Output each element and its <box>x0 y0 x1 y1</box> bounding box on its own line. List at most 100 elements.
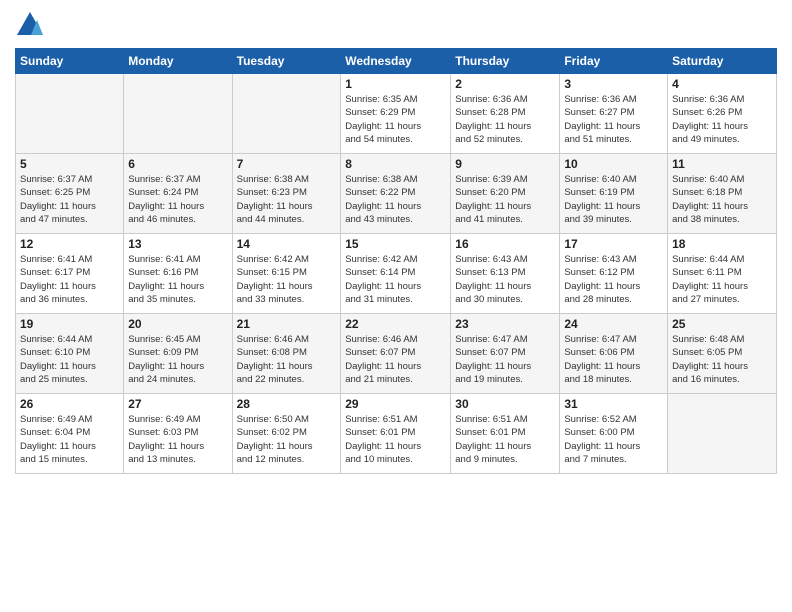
day-number: 8 <box>345 157 446 171</box>
day-number: 4 <box>672 77 772 91</box>
day-info: Sunrise: 6:43 AM Sunset: 6:12 PM Dayligh… <box>564 253 663 306</box>
day-info: Sunrise: 6:49 AM Sunset: 6:03 PM Dayligh… <box>128 413 227 466</box>
day-info: Sunrise: 6:37 AM Sunset: 6:25 PM Dayligh… <box>20 173 119 226</box>
day-number: 26 <box>20 397 119 411</box>
calendar-cell: 10 Sunrise: 6:40 AM Sunset: 6:19 PM Dayli… <box>560 154 668 234</box>
calendar-week-row: 1Sunrise: 6:35 AM Sunset: 6:29 PM Daylig… <box>16 74 777 154</box>
day-number: 15 <box>345 237 446 251</box>
day-info: Sunrise: 6:41 AM Sunset: 6:17 PM Dayligh… <box>20 253 119 306</box>
day-number: 28 <box>237 397 337 411</box>
calendar-cell: 4 Sunrise: 6:36 AM Sunset: 6:26 PM Daylig… <box>668 74 777 154</box>
calendar-cell <box>16 74 124 154</box>
day-info: Sunrise: 6:44 AM Sunset: 6:10 PM Dayligh… <box>20 333 119 386</box>
calendar-cell: 29 Sunrise: 6:51 AM Sunset: 6:01 PM Dayli… <box>341 394 451 474</box>
weekday-header: Friday <box>560 49 668 74</box>
day-number: 13 <box>128 237 227 251</box>
calendar-cell: 8Sunrise: 6:38 AM Sunset: 6:22 PM Daylig… <box>341 154 451 234</box>
weekday-header: Thursday <box>451 49 560 74</box>
day-info: Sunrise: 6:43 AM Sunset: 6:13 PM Dayligh… <box>455 253 555 306</box>
day-number: 25 <box>672 317 772 331</box>
day-number: 31 <box>564 397 663 411</box>
calendar-cell: 16 Sunrise: 6:43 AM Sunset: 6:13 PM Dayli… <box>451 234 560 314</box>
weekday-header: Monday <box>124 49 232 74</box>
day-info: Sunrise: 6:36 AM Sunset: 6:27 PM Dayligh… <box>564 93 663 146</box>
day-info: Sunrise: 6:49 AM Sunset: 6:04 PM Dayligh… <box>20 413 119 466</box>
page-header <box>15 10 777 40</box>
calendar-cell <box>668 394 777 474</box>
logo-icon <box>15 10 45 40</box>
calendar-cell: 11Sunrise: 6:40 AM Sunset: 6:18 PM Dayli… <box>668 154 777 234</box>
calendar-cell: 15 Sunrise: 6:42 AM Sunset: 6:14 PM Dayli… <box>341 234 451 314</box>
calendar-cell: 18 Sunrise: 6:44 AM Sunset: 6:11 PM Dayli… <box>668 234 777 314</box>
day-number: 5 <box>20 157 119 171</box>
calendar-week-row: 19 Sunrise: 6:44 AM Sunset: 6:10 PM Dayli… <box>16 314 777 394</box>
page-container: SundayMondayTuesdayWednesdayThursdayFrid… <box>0 0 792 612</box>
day-info: Sunrise: 6:36 AM Sunset: 6:26 PM Dayligh… <box>672 93 772 146</box>
day-info: Sunrise: 6:48 AM Sunset: 6:05 PM Dayligh… <box>672 333 772 386</box>
day-info: Sunrise: 6:47 AM Sunset: 6:07 PM Dayligh… <box>455 333 555 386</box>
day-info: Sunrise: 6:46 AM Sunset: 6:07 PM Dayligh… <box>345 333 446 386</box>
day-number: 30 <box>455 397 555 411</box>
day-number: 17 <box>564 237 663 251</box>
calendar-cell: 14Sunrise: 6:42 AM Sunset: 6:15 PM Dayli… <box>232 234 341 314</box>
day-info: Sunrise: 6:46 AM Sunset: 6:08 PM Dayligh… <box>237 333 337 386</box>
day-number: 2 <box>455 77 555 91</box>
day-info: Sunrise: 6:38 AM Sunset: 6:23 PM Dayligh… <box>237 173 337 226</box>
day-info: Sunrise: 6:50 AM Sunset: 6:02 PM Dayligh… <box>237 413 337 466</box>
calendar-cell: 12 Sunrise: 6:41 AM Sunset: 6:17 PM Dayli… <box>16 234 124 314</box>
calendar-cell: 2 Sunrise: 6:36 AM Sunset: 6:28 PM Daylig… <box>451 74 560 154</box>
calendar-cell: 13 Sunrise: 6:41 AM Sunset: 6:16 PM Dayli… <box>124 234 232 314</box>
day-number: 6 <box>128 157 227 171</box>
calendar-cell <box>124 74 232 154</box>
day-number: 3 <box>564 77 663 91</box>
calendar-cell: 21 Sunrise: 6:46 AM Sunset: 6:08 PM Dayli… <box>232 314 341 394</box>
day-number: 19 <box>20 317 119 331</box>
day-info: Sunrise: 6:42 AM Sunset: 6:14 PM Dayligh… <box>345 253 446 306</box>
day-info: Sunrise: 6:40 AM Sunset: 6:18 PM Dayligh… <box>672 173 772 226</box>
calendar-cell: 3 Sunrise: 6:36 AM Sunset: 6:27 PM Daylig… <box>560 74 668 154</box>
calendar-cell: 22 Sunrise: 6:46 AM Sunset: 6:07 PM Dayli… <box>341 314 451 394</box>
day-info: Sunrise: 6:45 AM Sunset: 6:09 PM Dayligh… <box>128 333 227 386</box>
day-number: 23 <box>455 317 555 331</box>
day-number: 24 <box>564 317 663 331</box>
day-info: Sunrise: 6:37 AM Sunset: 6:24 PM Dayligh… <box>128 173 227 226</box>
day-info: Sunrise: 6:47 AM Sunset: 6:06 PM Dayligh… <box>564 333 663 386</box>
calendar-header-row: SundayMondayTuesdayWednesdayThursdayFrid… <box>16 49 777 74</box>
day-number: 22 <box>345 317 446 331</box>
logo <box>15 10 49 40</box>
day-info: Sunrise: 6:52 AM Sunset: 6:00 PM Dayligh… <box>564 413 663 466</box>
day-info: Sunrise: 6:51 AM Sunset: 6:01 PM Dayligh… <box>345 413 446 466</box>
day-info: Sunrise: 6:44 AM Sunset: 6:11 PM Dayligh… <box>672 253 772 306</box>
day-number: 10 <box>564 157 663 171</box>
day-info: Sunrise: 6:41 AM Sunset: 6:16 PM Dayligh… <box>128 253 227 306</box>
calendar-cell: 28 Sunrise: 6:50 AM Sunset: 6:02 PM Dayli… <box>232 394 341 474</box>
day-info: Sunrise: 6:39 AM Sunset: 6:20 PM Dayligh… <box>455 173 555 226</box>
day-number: 29 <box>345 397 446 411</box>
day-number: 21 <box>237 317 337 331</box>
calendar-week-row: 5 Sunrise: 6:37 AM Sunset: 6:25 PM Daylig… <box>16 154 777 234</box>
calendar-table: SundayMondayTuesdayWednesdayThursdayFrid… <box>15 48 777 474</box>
day-info: Sunrise: 6:40 AM Sunset: 6:19 PM Dayligh… <box>564 173 663 226</box>
weekday-header: Tuesday <box>232 49 341 74</box>
calendar-cell: 24 Sunrise: 6:47 AM Sunset: 6:06 PM Dayli… <box>560 314 668 394</box>
calendar-cell: 31 Sunrise: 6:52 AM Sunset: 6:00 PM Dayli… <box>560 394 668 474</box>
day-number: 9 <box>455 157 555 171</box>
day-number: 20 <box>128 317 227 331</box>
calendar-cell: 9 Sunrise: 6:39 AM Sunset: 6:20 PM Daylig… <box>451 154 560 234</box>
day-number: 1 <box>345 77 446 91</box>
calendar-cell <box>232 74 341 154</box>
day-info: Sunrise: 6:36 AM Sunset: 6:28 PM Dayligh… <box>455 93 555 146</box>
calendar-cell: 6 Sunrise: 6:37 AM Sunset: 6:24 PM Daylig… <box>124 154 232 234</box>
calendar-cell: 20 Sunrise: 6:45 AM Sunset: 6:09 PM Dayli… <box>124 314 232 394</box>
calendar-cell: 30 Sunrise: 6:51 AM Sunset: 6:01 PM Dayli… <box>451 394 560 474</box>
calendar-cell: 27 Sunrise: 6:49 AM Sunset: 6:03 PM Dayli… <box>124 394 232 474</box>
day-number: 12 <box>20 237 119 251</box>
day-info: Sunrise: 6:51 AM Sunset: 6:01 PM Dayligh… <box>455 413 555 466</box>
day-number: 14 <box>237 237 337 251</box>
calendar-cell: 23 Sunrise: 6:47 AM Sunset: 6:07 PM Dayli… <box>451 314 560 394</box>
day-number: 27 <box>128 397 227 411</box>
calendar-cell: 7Sunrise: 6:38 AM Sunset: 6:23 PM Daylig… <box>232 154 341 234</box>
day-number: 16 <box>455 237 555 251</box>
calendar-cell: 25 Sunrise: 6:48 AM Sunset: 6:05 PM Dayli… <box>668 314 777 394</box>
day-number: 18 <box>672 237 772 251</box>
